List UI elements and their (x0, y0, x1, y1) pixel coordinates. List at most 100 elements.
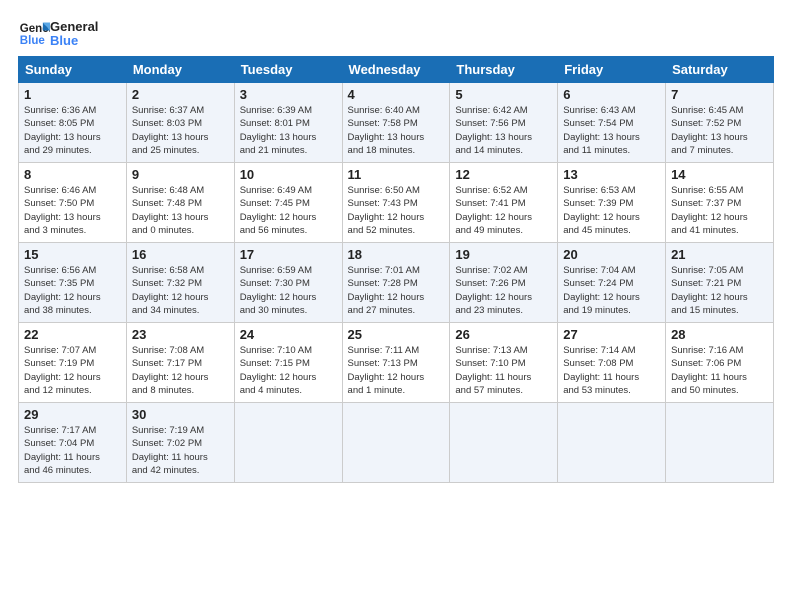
day-info: Sunrise: 7:01 AM Sunset: 7:28 PM Dayligh… (348, 264, 445, 317)
day-info: Sunrise: 7:17 AM Sunset: 7:04 PM Dayligh… (24, 424, 121, 477)
day-cell: 16 Sunrise: 6:58 AM Sunset: 7:32 PM Dayli… (126, 243, 234, 323)
day-number: 15 (24, 247, 121, 262)
col-header-sunday: Sunday (19, 57, 127, 83)
day-info: Sunrise: 7:11 AM Sunset: 7:13 PM Dayligh… (348, 344, 445, 397)
day-cell: 21 Sunrise: 7:05 AM Sunset: 7:21 PM Dayli… (666, 243, 774, 323)
day-info: Sunrise: 7:07 AM Sunset: 7:19 PM Dayligh… (24, 344, 121, 397)
day-info: Sunrise: 6:40 AM Sunset: 7:58 PM Dayligh… (348, 104, 445, 157)
day-info: Sunrise: 6:46 AM Sunset: 7:50 PM Dayligh… (24, 184, 121, 237)
day-info: Sunrise: 6:52 AM Sunset: 7:41 PM Dayligh… (455, 184, 552, 237)
day-cell (342, 403, 450, 483)
day-cell: 11 Sunrise: 6:50 AM Sunset: 7:43 PM Dayli… (342, 163, 450, 243)
day-info: Sunrise: 6:42 AM Sunset: 7:56 PM Dayligh… (455, 104, 552, 157)
day-cell: 10 Sunrise: 6:49 AM Sunset: 7:45 PM Dayli… (234, 163, 342, 243)
calendar-table: SundayMondayTuesdayWednesdayThursdayFrid… (18, 56, 774, 483)
col-header-friday: Friday (558, 57, 666, 83)
day-cell: 26 Sunrise: 7:13 AM Sunset: 7:10 PM Dayli… (450, 323, 558, 403)
day-cell (558, 403, 666, 483)
day-cell: 27 Sunrise: 7:14 AM Sunset: 7:08 PM Dayli… (558, 323, 666, 403)
day-info: Sunrise: 6:36 AM Sunset: 8:05 PM Dayligh… (24, 104, 121, 157)
day-info: Sunrise: 7:04 AM Sunset: 7:24 PM Dayligh… (563, 264, 660, 317)
day-number: 11 (348, 167, 445, 182)
day-info: Sunrise: 6:50 AM Sunset: 7:43 PM Dayligh… (348, 184, 445, 237)
day-cell: 25 Sunrise: 7:11 AM Sunset: 7:13 PM Dayli… (342, 323, 450, 403)
day-cell: 6 Sunrise: 6:43 AM Sunset: 7:54 PM Daylig… (558, 83, 666, 163)
day-number: 13 (563, 167, 660, 182)
day-number: 5 (455, 87, 552, 102)
day-cell: 3 Sunrise: 6:39 AM Sunset: 8:01 PM Daylig… (234, 83, 342, 163)
day-info: Sunrise: 6:48 AM Sunset: 7:48 PM Dayligh… (132, 184, 229, 237)
day-number: 1 (24, 87, 121, 102)
day-info: Sunrise: 6:53 AM Sunset: 7:39 PM Dayligh… (563, 184, 660, 237)
header-row: SundayMondayTuesdayWednesdayThursdayFrid… (19, 57, 774, 83)
day-number: 10 (240, 167, 337, 182)
day-info: Sunrise: 6:45 AM Sunset: 7:52 PM Dayligh… (671, 104, 768, 157)
day-number: 29 (24, 407, 121, 422)
header: General Blue General Blue (18, 18, 774, 50)
week-row-3: 15 Sunrise: 6:56 AM Sunset: 7:35 PM Dayli… (19, 243, 774, 323)
logo-blue: Blue (50, 34, 98, 48)
day-cell: 19 Sunrise: 7:02 AM Sunset: 7:26 PM Dayli… (450, 243, 558, 323)
day-cell: 13 Sunrise: 6:53 AM Sunset: 7:39 PM Dayli… (558, 163, 666, 243)
day-cell: 24Sunrise: 7:10 AM Sunset: 7:15 PM Dayli… (234, 323, 342, 403)
day-cell: 30Sunrise: 7:19 AM Sunset: 7:02 PM Dayli… (126, 403, 234, 483)
col-header-saturday: Saturday (666, 57, 774, 83)
day-cell: 28 Sunrise: 7:16 AM Sunset: 7:06 PM Dayli… (666, 323, 774, 403)
day-info: Sunrise: 7:14 AM Sunset: 7:08 PM Dayligh… (563, 344, 660, 397)
day-cell: 7Sunrise: 6:45 AM Sunset: 7:52 PM Daylig… (666, 83, 774, 163)
day-number: 18 (348, 247, 445, 262)
day-number: 30 (132, 407, 229, 422)
page: General Blue General Blue SundayMondayTu… (0, 0, 792, 612)
day-cell: 23Sunrise: 7:08 AM Sunset: 7:17 PM Dayli… (126, 323, 234, 403)
day-cell: 15 Sunrise: 6:56 AM Sunset: 7:35 PM Dayli… (19, 243, 127, 323)
day-cell: 17 Sunrise: 6:59 AM Sunset: 7:30 PM Dayli… (234, 243, 342, 323)
day-info: Sunrise: 7:16 AM Sunset: 7:06 PM Dayligh… (671, 344, 768, 397)
day-cell: 20 Sunrise: 7:04 AM Sunset: 7:24 PM Dayli… (558, 243, 666, 323)
day-cell: 22 Sunrise: 7:07 AM Sunset: 7:19 PM Dayli… (19, 323, 127, 403)
day-number: 16 (132, 247, 229, 262)
day-cell: 14Sunrise: 6:55 AM Sunset: 7:37 PM Dayli… (666, 163, 774, 243)
day-info: Sunrise: 6:43 AM Sunset: 7:54 PM Dayligh… (563, 104, 660, 157)
week-row-5: 29 Sunrise: 7:17 AM Sunset: 7:04 PM Dayli… (19, 403, 774, 483)
day-cell (234, 403, 342, 483)
day-number: 17 (240, 247, 337, 262)
day-number: 21 (671, 247, 768, 262)
day-info: Sunrise: 7:10 AM Sunset: 7:15 PM Dayligh… (240, 344, 337, 397)
day-cell: 1 Sunrise: 6:36 AM Sunset: 8:05 PM Daylig… (19, 83, 127, 163)
day-info: Sunrise: 6:58 AM Sunset: 7:32 PM Dayligh… (132, 264, 229, 317)
day-info: Sunrise: 7:08 AM Sunset: 7:17 PM Dayligh… (132, 344, 229, 397)
day-number: 14 (671, 167, 768, 182)
day-number: 20 (563, 247, 660, 262)
day-info: Sunrise: 6:37 AM Sunset: 8:03 PM Dayligh… (132, 104, 229, 157)
day-cell: 2Sunrise: 6:37 AM Sunset: 8:03 PM Daylig… (126, 83, 234, 163)
day-cell: 18 Sunrise: 7:01 AM Sunset: 7:28 PM Dayli… (342, 243, 450, 323)
logo: General Blue General Blue (18, 18, 98, 50)
week-row-1: 1 Sunrise: 6:36 AM Sunset: 8:05 PM Daylig… (19, 83, 774, 163)
day-info: Sunrise: 6:59 AM Sunset: 7:30 PM Dayligh… (240, 264, 337, 317)
day-number: 19 (455, 247, 552, 262)
day-info: Sunrise: 6:56 AM Sunset: 7:35 PM Dayligh… (24, 264, 121, 317)
day-cell: 5 Sunrise: 6:42 AM Sunset: 7:56 PM Daylig… (450, 83, 558, 163)
col-header-thursday: Thursday (450, 57, 558, 83)
day-cell: 12 Sunrise: 6:52 AM Sunset: 7:41 PM Dayli… (450, 163, 558, 243)
day-info: Sunrise: 6:49 AM Sunset: 7:45 PM Dayligh… (240, 184, 337, 237)
day-cell (666, 403, 774, 483)
day-number: 26 (455, 327, 552, 342)
day-number: 6 (563, 87, 660, 102)
day-number: 22 (24, 327, 121, 342)
day-number: 12 (455, 167, 552, 182)
day-number: 3 (240, 87, 337, 102)
svg-text:Blue: Blue (20, 35, 46, 47)
logo-general: General (50, 20, 98, 34)
day-info: Sunrise: 6:39 AM Sunset: 8:01 PM Dayligh… (240, 104, 337, 157)
day-cell: 29 Sunrise: 7:17 AM Sunset: 7:04 PM Dayli… (19, 403, 127, 483)
day-info: Sunrise: 7:13 AM Sunset: 7:10 PM Dayligh… (455, 344, 552, 397)
day-number: 25 (348, 327, 445, 342)
col-header-monday: Monday (126, 57, 234, 83)
day-cell: 8Sunrise: 6:46 AM Sunset: 7:50 PM Daylig… (19, 163, 127, 243)
day-number: 28 (671, 327, 768, 342)
day-info: Sunrise: 7:05 AM Sunset: 7:21 PM Dayligh… (671, 264, 768, 317)
day-info: Sunrise: 7:02 AM Sunset: 7:26 PM Dayligh… (455, 264, 552, 317)
day-cell: 4Sunrise: 6:40 AM Sunset: 7:58 PM Daylig… (342, 83, 450, 163)
day-number: 27 (563, 327, 660, 342)
